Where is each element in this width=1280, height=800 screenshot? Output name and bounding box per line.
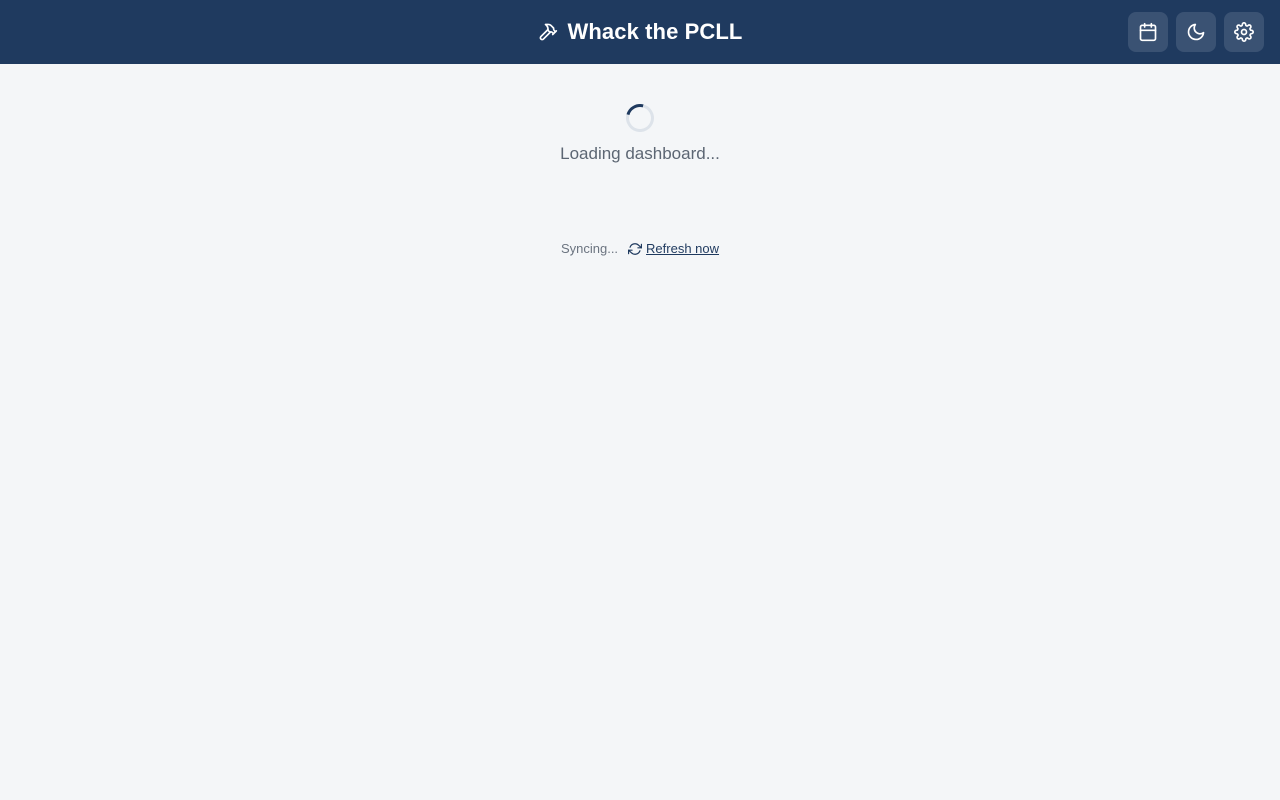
dashboard-main: Loading dashboard... Syncing... Refresh … xyxy=(0,64,1280,800)
refresh-now-link[interactable]: Refresh now xyxy=(628,241,719,256)
header-actions xyxy=(1128,12,1264,52)
loading-spinner xyxy=(620,98,660,138)
hammer-icon xyxy=(538,22,558,42)
loading-message: Loading dashboard... xyxy=(560,144,720,163)
gear-icon xyxy=(1234,22,1254,42)
app-title: Whack the PCLL xyxy=(567,19,743,44)
calendar-icon xyxy=(1138,22,1158,42)
calendar-button[interactable] xyxy=(1128,12,1168,52)
refresh-icon xyxy=(628,242,643,256)
app-header: Whack the PCLL xyxy=(0,0,1280,64)
header-title-group: Whack the PCLL xyxy=(0,0,1280,64)
refresh-now-label: Refresh now xyxy=(646,241,720,256)
dark-mode-button[interactable] xyxy=(1176,12,1216,52)
sync-status-row: Syncing... Refresh now xyxy=(0,241,1280,256)
moon-icon xyxy=(1186,22,1206,42)
settings-button[interactable] xyxy=(1224,12,1264,52)
sync-status: Syncing... xyxy=(560,241,619,256)
